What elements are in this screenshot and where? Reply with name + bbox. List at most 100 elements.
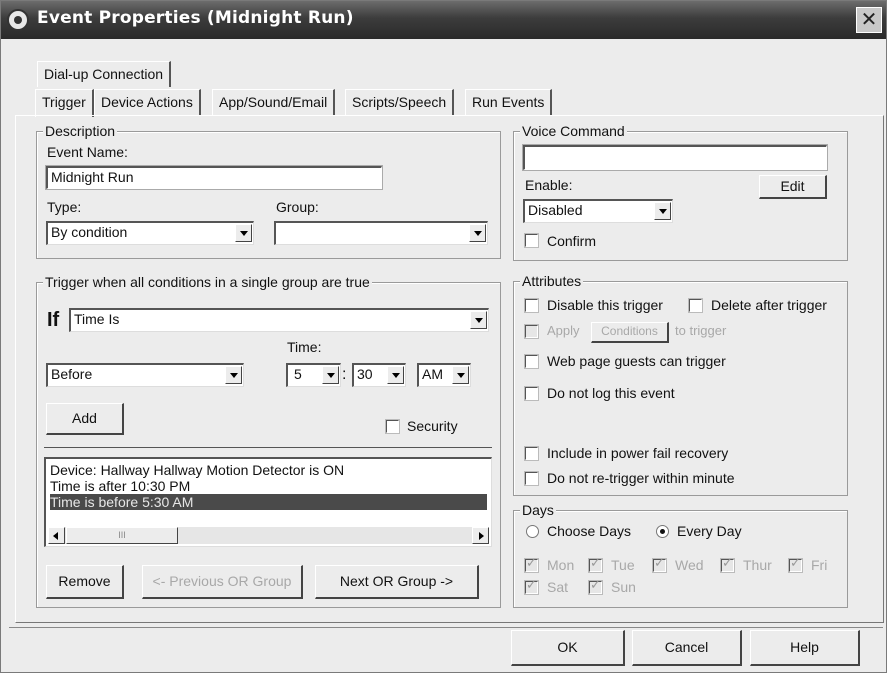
do-not-log-label: Do not log this event <box>547 385 675 401</box>
delete-after-trigger-checkbox[interactable] <box>689 299 702 312</box>
window-title: Event Properties (Midnight Run) <box>37 8 354 28</box>
days-legend: Days <box>520 501 556 519</box>
app-icon <box>7 9 29 31</box>
thur-label: Thur <box>743 557 772 573</box>
ampm-select[interactable]: AM <box>417 363 471 387</box>
chevron-down-icon[interactable] <box>225 366 242 384</box>
remove-button[interactable]: Remove <box>46 565 124 599</box>
type-label: Type: <box>47 199 82 215</box>
horizontal-scrollbar[interactable]: III <box>48 527 489 544</box>
security-checkbox[interactable] <box>386 420 399 433</box>
apply-label: Apply <box>547 323 580 338</box>
trigger-conditions-legend: Trigger when all conditions in a single … <box>43 273 372 291</box>
cancel-button[interactable]: Cancel <box>632 630 742 666</box>
add-button[interactable]: Add <box>46 403 124 435</box>
choose-days-radio[interactable] <box>526 525 539 538</box>
security-label: Security <box>407 418 458 434</box>
divider <box>44 447 492 448</box>
relation-select[interactable]: Before <box>46 363 244 387</box>
every-day-label: Every Day <box>677 523 742 539</box>
conditions-list[interactable]: Device: Hallway Hallway Motion Detector … <box>44 457 492 547</box>
tab-dial-up-connection[interactable]: Dial-up Connection <box>37 61 172 87</box>
attributes-legend: Attributes <box>520 272 584 290</box>
ok-button[interactable]: OK <box>511 630 625 666</box>
tue-checkbox[interactable] <box>589 556 602 572</box>
time-colon: : <box>342 366 347 383</box>
to-trigger-label: to trigger <box>675 323 727 338</box>
web-guests-checkbox[interactable] <box>525 355 538 368</box>
chevron-down-icon[interactable] <box>387 366 404 384</box>
chevron-down-icon[interactable] <box>470 311 487 329</box>
chevron-down-icon[interactable] <box>235 224 252 242</box>
scroll-thumb[interactable]: III <box>66 527 178 544</box>
tab-run-events[interactable]: Run Events <box>465 89 553 115</box>
sat-checkbox[interactable] <box>525 578 538 594</box>
divider <box>9 627 883 628</box>
mon-label: Mon <box>547 557 575 573</box>
sun-checkbox[interactable] <box>589 578 602 594</box>
no-retrigger-label: Do not re-trigger within minute <box>547 470 735 486</box>
mon-checkbox[interactable] <box>525 556 538 572</box>
voice-command-legend: Voice Command <box>520 122 627 140</box>
event-name-input[interactable]: Midnight Run <box>46 166 382 189</box>
enable-select[interactable]: Disabled <box>523 199 673 223</box>
tab-device-actions[interactable]: Device Actions <box>94 89 201 115</box>
type-select-value: By condition <box>46 221 254 245</box>
enable-label: Enable: <box>525 177 573 193</box>
description-legend: Description <box>43 122 118 140</box>
help-button[interactable]: Help <box>750 630 860 666</box>
voice-command-input[interactable] <box>523 145 827 170</box>
condition-select[interactable]: Time Is <box>69 308 489 332</box>
list-item[interactable]: Device: Hallway Hallway Motion Detector … <box>50 462 487 478</box>
no-retrigger-checkbox[interactable] <box>525 472 538 485</box>
list-item-selected[interactable]: Time is before 5:30 AM <box>50 494 487 510</box>
every-day-radio[interactable] <box>656 525 669 538</box>
tab-trigger[interactable]: Trigger <box>35 89 94 117</box>
thur-checkbox[interactable] <box>721 556 734 572</box>
wed-checkbox[interactable] <box>653 556 666 572</box>
confirm-checkbox[interactable] <box>525 234 538 247</box>
if-label: If <box>47 309 60 331</box>
list-item[interactable]: Time is after 10:30 PM <box>50 478 487 494</box>
chevron-down-icon[interactable] <box>654 202 671 220</box>
sat-label: Sat <box>547 579 569 595</box>
apply-checkbox[interactable] <box>525 325 538 338</box>
disable-trigger-checkbox[interactable] <box>525 299 538 312</box>
scroll-right-icon[interactable] <box>472 527 489 544</box>
disable-trigger-label: Disable this trigger <box>547 297 663 313</box>
do-not-log-checkbox[interactable] <box>525 387 538 400</box>
fri-checkbox[interactable] <box>789 556 802 572</box>
chevron-down-icon[interactable] <box>452 366 469 384</box>
power-fail-label: Include in power fail recovery <box>547 445 729 461</box>
confirm-label: Confirm <box>547 233 597 249</box>
group-label: Group: <box>276 199 319 215</box>
enable-select-value: Disabled <box>523 199 673 223</box>
event-properties-window: Event Properties (Midnight Run) ✕ Dial-u… <box>0 0 887 673</box>
type-select[interactable]: By condition <box>46 221 254 245</box>
scroll-left-icon[interactable] <box>48 527 65 544</box>
minute-select[interactable]: 30 <box>352 363 406 387</box>
tab-scripts-speech[interactable]: Scripts/Speech <box>345 89 455 115</box>
tue-label: Tue <box>611 557 635 573</box>
chevron-down-icon[interactable] <box>322 366 339 384</box>
condition-select-value: Time Is <box>69 308 489 332</box>
fri-label: Fri <box>811 557 828 573</box>
group-select-value <box>274 221 488 245</box>
wed-label: Wed <box>675 557 704 573</box>
conditions-button[interactable]: Conditions <box>591 322 669 343</box>
hour-select[interactable]: 5 <box>286 363 341 387</box>
event-name-label: Event Name: <box>47 144 128 160</box>
delete-after-trigger-label: Delete after trigger <box>711 297 827 313</box>
time-label: Time: <box>287 339 322 355</box>
chevron-down-icon[interactable] <box>469 224 486 242</box>
close-button[interactable]: ✕ <box>856 7 882 33</box>
next-or-group-button[interactable]: Next OR Group -> <box>315 565 479 599</box>
sun-label: Sun <box>611 579 636 595</box>
previous-or-group-button[interactable]: <- Previous OR Group <box>142 565 303 599</box>
relation-select-value: Before <box>46 363 244 387</box>
group-select[interactable] <box>274 221 488 245</box>
tab-app-sound-email[interactable]: App/Sound/Email <box>212 89 336 115</box>
edit-button[interactable]: Edit <box>759 175 827 199</box>
power-fail-checkbox[interactable] <box>525 447 538 460</box>
title-bar[interactable]: Event Properties (Midnight Run) ✕ <box>1 1 886 39</box>
